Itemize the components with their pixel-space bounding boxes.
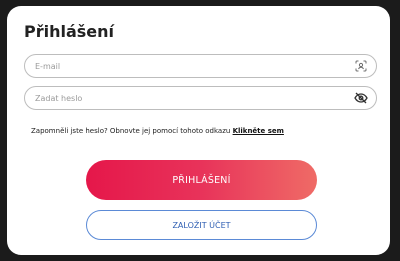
forgot-password-label: Zapomněli jste heslo? Obnovte jej pomocí… [31, 127, 233, 135]
create-account-button[interactable]: ZALOŽIT ÚČET [86, 210, 317, 240]
email-field[interactable] [24, 54, 377, 78]
eye-off-icon[interactable] [354, 91, 368, 105]
password-field[interactable] [24, 86, 377, 110]
forgot-password-text: Zapomněli jste heslo? Obnovte jej pomocí… [31, 127, 284, 135]
email-input[interactable] [25, 55, 354, 77]
password-input[interactable] [25, 87, 354, 109]
dialog-title: Přihlášení [24, 22, 115, 41]
forgot-password-link[interactable]: Klikněte sem [233, 127, 284, 135]
login-button[interactable]: PŘIHLÁŠENÍ [86, 160, 317, 200]
face-scan-icon[interactable] [354, 59, 368, 73]
login-dialog: Přihlášení Zapomněli jste heslo? Obnovt [7, 6, 390, 255]
